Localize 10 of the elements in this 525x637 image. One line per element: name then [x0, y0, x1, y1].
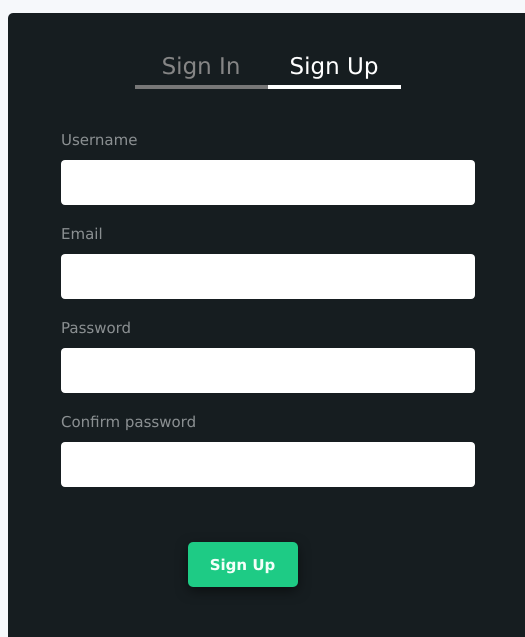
- input-field[interactable]: [61, 442, 475, 487]
- field-label: Username: [61, 131, 138, 150]
- input-field[interactable]: [61, 160, 475, 205]
- field-label: Confirm password: [61, 413, 198, 432]
- tab[interactable]: Sign In: [134, 53, 268, 89]
- field-label: Password: [61, 319, 132, 338]
- tab[interactable]: Sign Up: [268, 53, 400, 89]
- input-field[interactable]: [61, 254, 475, 299]
- field-label: Email: [61, 225, 104, 244]
- input-field[interactable]: [61, 348, 475, 393]
